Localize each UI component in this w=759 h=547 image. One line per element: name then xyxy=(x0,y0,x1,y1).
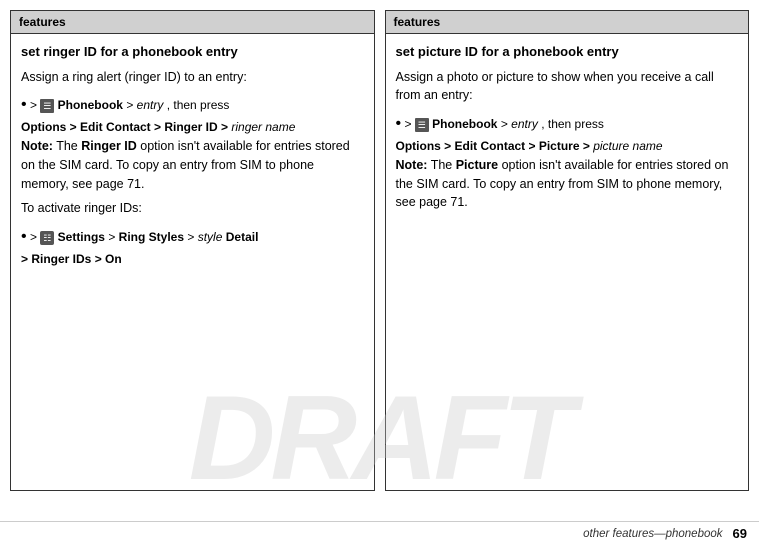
right-nav1-text3: , then press xyxy=(541,117,604,131)
left-feature-body: set ringer ID for a phonebook entry Assi… xyxy=(11,34,374,490)
right-feature-header: features xyxy=(386,11,749,34)
phonebook-icon-right: ☰ xyxy=(415,118,429,132)
nav2-ringer-ids: > Ringer IDs > xyxy=(21,252,105,266)
right-note: Note: The Picture option isn't available… xyxy=(396,156,739,212)
nav2-settings: Settings xyxy=(58,230,105,244)
page-container: DRAFT features set ringer ID for a phone… xyxy=(0,0,759,547)
right-nav1-picture-name: picture name xyxy=(593,139,662,153)
nav2-ringstyles: Ring Styles xyxy=(119,230,184,244)
nav2-on: On xyxy=(105,252,122,266)
nav1-ringer-name: ringer name xyxy=(231,120,295,134)
settings-icon-left: ☷ xyxy=(40,231,54,245)
left-paragraph2: To activate ringer IDs: xyxy=(21,199,364,218)
left-paragraph1: Assign a ring alert (ringer ID) to an en… xyxy=(21,68,364,87)
main-content: features set ringer ID for a phonebook e… xyxy=(0,0,759,521)
left-feature-box: features set ringer ID for a phonebook e… xyxy=(10,10,375,491)
right-nav1-bullet: • xyxy=(396,115,402,132)
nav1-text2: > xyxy=(126,98,136,112)
nav1-phonebook: Phonebook xyxy=(58,98,123,112)
note-text-left: The xyxy=(56,139,81,153)
right-feature-title: set picture ID for a phonebook entry xyxy=(396,42,739,62)
left-nav2: • > ☷ Settings > Ring Styles > style Det… xyxy=(21,224,364,269)
nav2-text2: > xyxy=(108,230,118,244)
page-number: 69 xyxy=(733,526,747,541)
phonebook-icon-left: ☰ xyxy=(40,99,54,113)
right-feature-box: features set picture ID for a phonebook … xyxy=(385,10,750,491)
left-feature-title: set ringer ID for a phonebook entry xyxy=(21,42,364,62)
right-nav1-entry: entry xyxy=(511,117,538,131)
right-feature-body: set picture ID for a phonebook entry Ass… xyxy=(386,34,749,490)
nav1-entry: entry xyxy=(137,98,164,112)
nav2-style: style xyxy=(198,230,223,244)
ringer-id-bold: Ringer ID xyxy=(81,139,137,153)
footer-label: other features—phonebook xyxy=(583,528,722,540)
right-nav1-options: Options > Edit Contact > Picture > xyxy=(396,139,594,153)
note-label-right: Note: xyxy=(396,158,428,172)
picture-bold: Picture xyxy=(456,158,498,172)
nav2-detail: Detail xyxy=(226,230,259,244)
right-nav1-phonebook: Phonebook xyxy=(432,117,497,131)
nav1-text1: > xyxy=(30,98,40,112)
right-nav1-text2: > xyxy=(501,117,511,131)
nav1-text3: , then press xyxy=(167,98,230,112)
nav1-options: Options > Edit Contact > Ringer ID > xyxy=(21,120,231,134)
left-nav1: • > ☰ Phonebook > entry , then press Opt… xyxy=(21,92,364,137)
nav1-bullet: • xyxy=(21,96,27,113)
right-nav1-text1: > xyxy=(404,117,414,131)
right-paragraph1: Assign a photo or picture to show when y… xyxy=(396,68,739,106)
note-text-right: The xyxy=(431,158,456,172)
footer-bar: other features—phonebook 69 xyxy=(0,521,759,547)
nav2-bullet: • xyxy=(21,228,27,245)
right-nav1: • > ☰ Phonebook > entry , then press Opt… xyxy=(396,111,739,156)
note-label-left: Note: xyxy=(21,139,53,153)
left-note: Note: The Ringer ID option isn't availab… xyxy=(21,137,364,193)
nav2-text3: > xyxy=(187,230,197,244)
left-feature-header: features xyxy=(11,11,374,34)
nav2-text1: > xyxy=(30,230,40,244)
